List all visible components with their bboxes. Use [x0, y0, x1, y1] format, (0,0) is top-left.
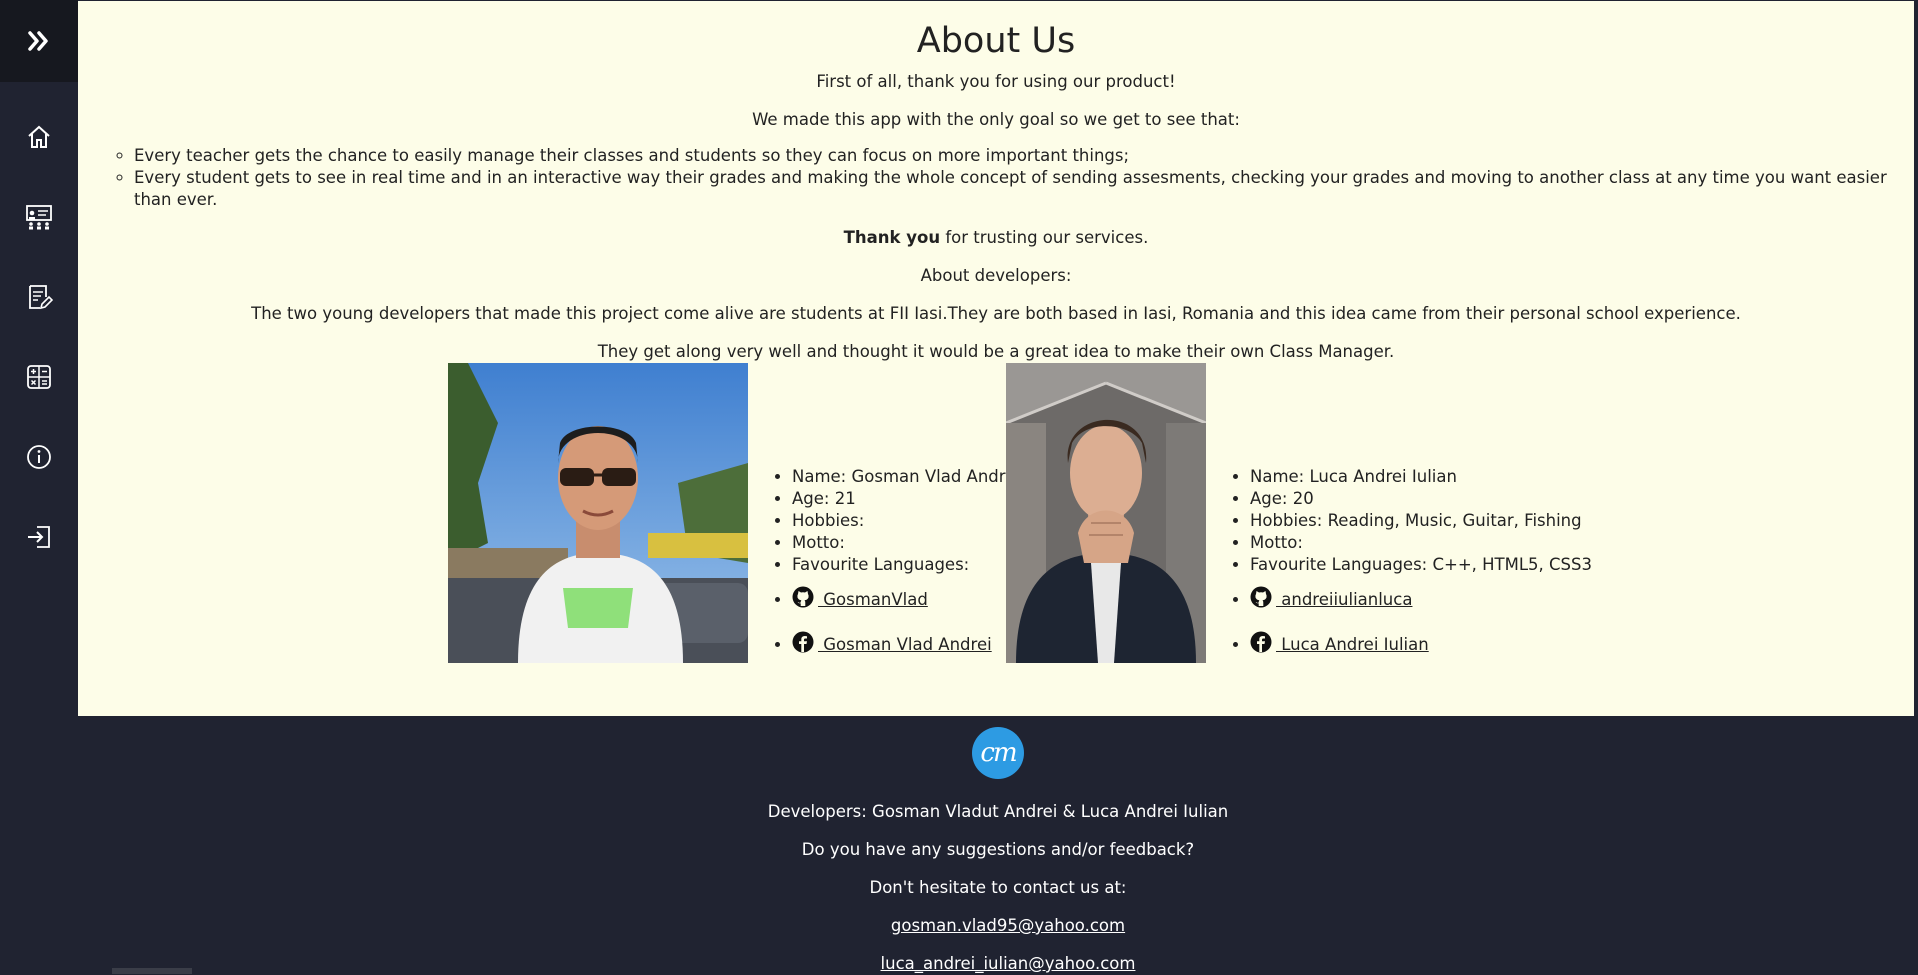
- email-link-gosman[interactable]: gosman.vlad95@yahoo.com: [891, 916, 1125, 935]
- facebook-name: Luca Andrei Iulian: [1276, 635, 1429, 654]
- footer-developers: Developers: Gosman Vladut Andrei & Luca …: [767, 802, 1229, 821]
- developer-age: Age: 20: [1250, 488, 1592, 510]
- sidebar-item-assessments[interactable]: [0, 257, 78, 337]
- sidebar-toggle-button[interactable]: [0, 0, 78, 82]
- classroom-teacher-icon: [26, 205, 52, 230]
- about-developers-text: The two young developers that made this …: [251, 304, 1741, 323]
- page-edge: [1914, 0, 1918, 716]
- developer-name: Name: Luca Andrei Iulian: [1250, 466, 1592, 488]
- home-icon: [28, 125, 50, 148]
- thanks-bold: Thank you: [843, 228, 941, 247]
- developer-info-gosman: Name: Gosman Vlad Andrei Age: 21 Hobbies…: [772, 466, 1020, 656]
- github-link[interactable]: andreiiulianluca: [1250, 586, 1413, 609]
- sign-in-icon: [28, 526, 50, 548]
- developer-hobbies: Hobbies: Reading, Music, Guitar, Fishing: [1250, 510, 1592, 532]
- developer-age: Age: 21: [792, 488, 1020, 510]
- footer-email-2-line: luca_andrei_iulian@yahoo.com: [78, 953, 1918, 975]
- developers-section: Name: Gosman Vlad Andrei Age: 21 Hobbies…: [78, 363, 1914, 663]
- goal-item-teacher: Every teacher gets the chance to easily …: [134, 145, 1914, 167]
- github-username: GosmanVlad: [818, 590, 928, 609]
- sidebar-item-classes[interactable]: [0, 177, 78, 257]
- github-username: andreiiulianluca: [1276, 590, 1413, 609]
- sidebar: [0, 0, 78, 716]
- facebook-icon: [792, 631, 814, 653]
- app-logo: cm: [972, 727, 1024, 779]
- developer-facebook-item: Gosman Vlad Andrei: [792, 631, 1020, 656]
- developer-photo-luca: [1006, 363, 1206, 663]
- footer-contact: Don't hesitate to contact us at:: [869, 878, 1127, 897]
- sidebar-item-home[interactable]: [0, 97, 78, 177]
- developer-motto: Motto:: [1250, 532, 1592, 554]
- developer-info-luca: Name: Luca Andrei Iulian Age: 20 Hobbies…: [1230, 466, 1592, 656]
- sidebar-item-login[interactable]: [0, 497, 78, 577]
- double-chevron-right-icon: [28, 31, 48, 51]
- facebook-icon: [1250, 631, 1272, 653]
- about-developers-text-2: They get along very well and thought it …: [597, 342, 1395, 361]
- calculator-icon: [27, 365, 51, 389]
- about-content: About Us First of all, thank you for usi…: [78, 1, 1914, 716]
- info-icon: [27, 445, 51, 469]
- sidebar-item-calculator[interactable]: [0, 337, 78, 417]
- developer-languages: Favourite Languages: C++, HTML5, CSS3: [1250, 554, 1592, 576]
- goal-text: We made this app with the only goal so w…: [752, 110, 1240, 129]
- github-icon: [792, 586, 814, 608]
- about-developers-heading: About developers:: [920, 266, 1072, 285]
- developer-github-item: andreiiulianluca: [1250, 586, 1592, 611]
- developer-photo-gosman: [448, 363, 748, 663]
- developer-motto: Motto:: [792, 532, 1020, 554]
- footer-suggestions: Do you have any suggestions and/or feedb…: [801, 840, 1195, 859]
- developer-name: Name: Gosman Vlad Andrei: [792, 466, 1020, 488]
- footer: cm Developers: Gosman Vladut Andrei & Lu…: [78, 716, 1918, 974]
- footer-email-1-line: gosman.vlad95@yahoo.com: [78, 915, 1918, 937]
- intro-text: First of all, thank you for using our pr…: [816, 72, 1176, 91]
- horizontal-scrollbar[interactable]: [112, 968, 192, 974]
- thanks-text: Thank you for trusting our services.: [78, 227, 1914, 249]
- facebook-name: Gosman Vlad Andrei: [818, 635, 992, 654]
- github-icon: [1250, 586, 1272, 608]
- thanks-rest: for trusting our services.: [940, 228, 1149, 247]
- assessment-edit-icon: [29, 285, 53, 310]
- goal-item-student: Every student gets to see in real time a…: [134, 167, 1914, 211]
- page-title: About Us: [916, 21, 1076, 61]
- developer-languages: Favourite Languages:: [792, 554, 1020, 576]
- sidebar-item-about[interactable]: [0, 417, 78, 497]
- github-link[interactable]: GosmanVlad: [792, 586, 928, 609]
- facebook-link[interactable]: Luca Andrei Iulian: [1250, 631, 1429, 654]
- facebook-link[interactable]: Gosman Vlad Andrei: [792, 631, 992, 654]
- developer-facebook-item: Luca Andrei Iulian: [1250, 631, 1592, 656]
- goals-list: Every teacher gets the chance to easily …: [78, 145, 1914, 211]
- email-link-luca[interactable]: luca_andrei_iulian@yahoo.com: [881, 954, 1136, 973]
- developer-github-item: GosmanVlad: [792, 586, 1020, 611]
- developer-hobbies: Hobbies:: [792, 510, 1020, 532]
